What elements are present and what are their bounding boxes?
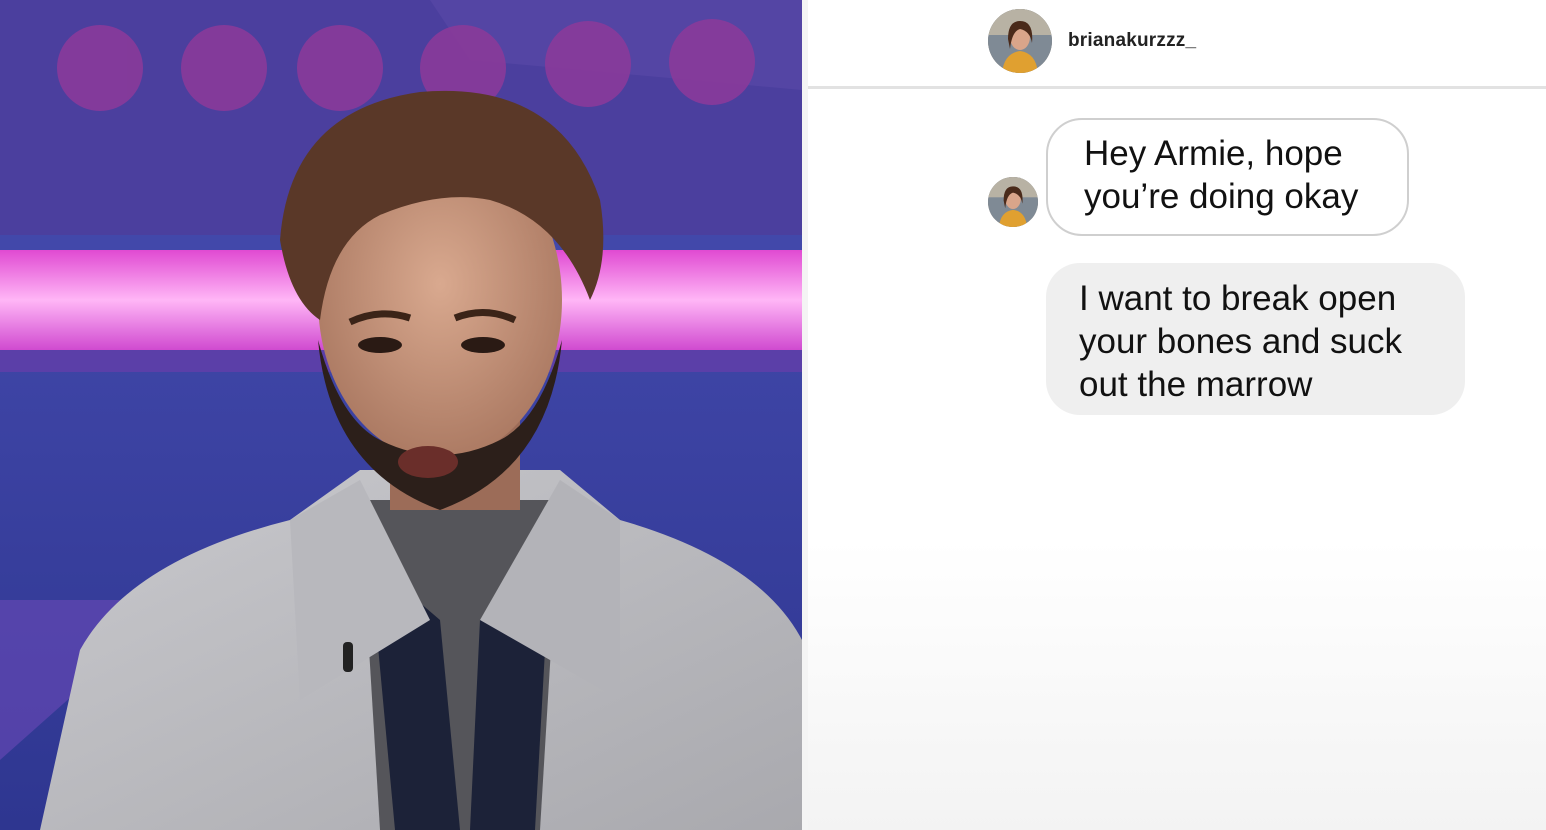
profile-avatar[interactable] (988, 9, 1052, 73)
message-sender-avatar[interactable] (988, 177, 1038, 227)
incoming-message-bubble[interactable]: Hey Armie, hope you’re doing okay (1046, 118, 1409, 236)
avatar-photo-icon (988, 177, 1038, 227)
avatar-photo-icon (988, 9, 1052, 73)
bottom-fade (808, 540, 1546, 830)
outgoing-message-bubble[interactable]: I want to break open your bones and suck… (1046, 263, 1465, 415)
chat-panel: brianakurzzz_ Hey Armie, hope you’re doi… (808, 0, 1546, 830)
studio-scene-image (0, 0, 802, 830)
video-frame (0, 0, 802, 830)
username-label[interactable]: brianakurzzz_ (1068, 30, 1196, 52)
chat-header: brianakurzzz_ (808, 0, 1546, 89)
